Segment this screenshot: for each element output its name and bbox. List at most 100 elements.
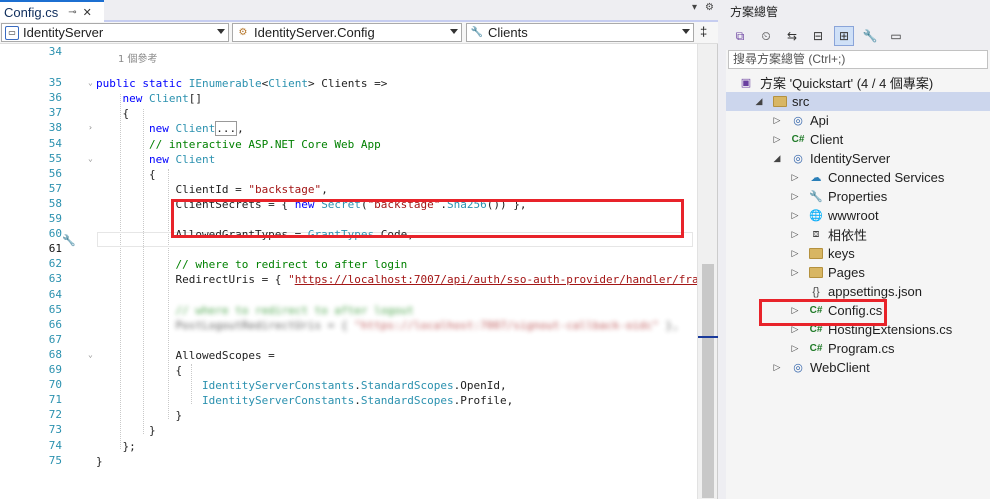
code-line: RedirectUris = { "https://localhost:7007… bbox=[96, 273, 697, 286]
type-dropdown[interactable]: ⚙ IdentityServer.Config bbox=[232, 23, 462, 42]
code-line: } bbox=[96, 409, 183, 422]
collapsed-arrow-icon[interactable]: ▷ bbox=[790, 210, 800, 221]
fold-toggle-icon[interactable]: › bbox=[88, 124, 97, 133]
member-dropdown-label: Clients bbox=[488, 25, 528, 40]
line-number: 55 bbox=[48, 152, 62, 165]
solution-node[interactable]: ▣ 方案 'Quickstart' (4 / 4 個專案) bbox=[726, 73, 990, 92]
line-number: 34 bbox=[48, 45, 62, 58]
code-line: // where to redirect to after logout bbox=[175, 304, 414, 317]
project-dropdown-label: IdentityServer bbox=[23, 25, 104, 40]
tree-item-wwwroot[interactable]: ▷ 🌐 wwwroot bbox=[726, 206, 990, 225]
preview-selected-icon[interactable]: ▭ bbox=[886, 26, 906, 46]
line-number: 75 bbox=[48, 454, 62, 467]
tree-item-identityserver[interactable]: ◢ ◎ IdentityServer bbox=[726, 149, 990, 168]
line-number: 69 bbox=[48, 363, 62, 376]
code-line: public static IEnumerable<Client> Client… bbox=[96, 77, 388, 90]
tree-item-connected-services[interactable]: ▷ ☁ Connected Services bbox=[726, 168, 990, 187]
expanded-arrow-icon[interactable]: ◢ bbox=[772, 153, 782, 164]
solution-explorer-toolbar: ⧉ ⏲ ⇆ ⊟ ⊞ 🔧 ▭ bbox=[726, 22, 990, 50]
json-file-icon: {} bbox=[812, 285, 820, 298]
expanded-arrow-icon[interactable]: ◢ bbox=[754, 96, 764, 107]
line-number: 62 bbox=[48, 257, 62, 270]
line-number: 58 bbox=[48, 197, 62, 210]
globe-icon: 🌐 bbox=[809, 210, 823, 222]
solution-label: 方案 'Quickstart' (4 / 4 個專案) bbox=[760, 76, 934, 91]
chevron-down-icon bbox=[450, 29, 458, 34]
collapsed-arrow-icon[interactable]: ▷ bbox=[772, 134, 782, 145]
tree-item-相依性[interactable]: ▷ ⧈ 相依性 bbox=[726, 225, 990, 244]
code-text-area[interactable]: 1 個參考 34 35 public static IEnumerable<Clie… bbox=[0, 44, 697, 499]
line-number: 60 bbox=[48, 227, 62, 240]
tree-item-keys[interactable]: ▷ keys bbox=[726, 244, 990, 263]
collapsed-arrow-icon[interactable]: ▷ bbox=[772, 115, 782, 126]
code-line: { bbox=[96, 107, 130, 120]
collapse-all-icon[interactable]: ⊟ bbox=[808, 26, 828, 46]
collapsed-arrow-icon[interactable]: ▷ bbox=[790, 229, 800, 240]
line-number: 67 bbox=[48, 333, 62, 346]
properties-wrench-icon[interactable]: 🔧 bbox=[860, 26, 880, 46]
member-dropdown[interactable]: 🔧 Clients bbox=[466, 23, 694, 42]
tree-item-client[interactable]: ▷ C# Client bbox=[726, 130, 990, 149]
fold-toggle-icon[interactable]: ⌄ bbox=[88, 351, 97, 360]
switch-views-icon[interactable]: ⧉ bbox=[730, 26, 750, 46]
show-all-files-icon[interactable]: ⊞ bbox=[834, 26, 854, 46]
split-window-icon[interactable]: ‡ bbox=[700, 24, 707, 39]
history-icon[interactable]: ⏲ bbox=[756, 26, 776, 46]
line-number: 61 bbox=[48, 242, 62, 255]
tree-item-properties[interactable]: ▷ 🔧 Properties bbox=[726, 187, 990, 206]
tree-item-api[interactable]: ▷ ◎ Api bbox=[726, 111, 990, 130]
solution-explorer-pane: 方案總管 ⧉ ⏲ ⇆ ⊟ ⊞ 🔧 ▭ 搜尋方案總管 (Ctrl+;) ▣ 方案 … bbox=[726, 0, 990, 499]
code-line: new Client[] bbox=[122, 92, 203, 105]
dependencies-icon: ⧈ bbox=[812, 228, 820, 240]
collapsed-arrow-icon[interactable]: ▷ bbox=[790, 172, 800, 183]
tree-item-label: src bbox=[792, 94, 810, 109]
collapsed-arrow-icon[interactable]: ▷ bbox=[790, 343, 800, 354]
line-number: 36 bbox=[48, 91, 62, 104]
project-dropdown[interactable]: ▭ IdentityServer bbox=[1, 23, 229, 42]
web-project-icon: ◎ bbox=[793, 153, 803, 165]
code-line: { bbox=[96, 364, 183, 377]
type-dropdown-label: IdentityServer.Config bbox=[254, 25, 375, 40]
collapsed-arrow-icon[interactable]: ▷ bbox=[790, 248, 800, 259]
line-number: 59 bbox=[48, 212, 62, 225]
line-number: 72 bbox=[48, 408, 62, 421]
tree-item-label: Pages bbox=[828, 265, 865, 280]
pin-icon[interactable]: ⊸ bbox=[68, 7, 76, 18]
tree-item-label: Client bbox=[810, 132, 844, 147]
close-icon[interactable]: ✕ bbox=[83, 6, 92, 19]
tab-config-cs[interactable]: Config.cs ⊸ ✕ bbox=[0, 0, 104, 22]
tree-item-program-cs[interactable]: ▷ C# Program.cs bbox=[726, 339, 990, 358]
navigation-bar: ▭ IdentityServer ⚙ IdentityServer.Config… bbox=[0, 22, 718, 44]
tab-list-dropdown-icon[interactable]: ▾ bbox=[692, 2, 697, 13]
line-number: 54 bbox=[48, 137, 62, 150]
solution-explorer-search-input[interactable]: 搜尋方案總管 (Ctrl+;) bbox=[728, 50, 988, 69]
tree-item-pages[interactable]: ▷ Pages bbox=[726, 263, 990, 282]
folder-icon bbox=[772, 94, 788, 110]
sync-with-document-icon[interactable]: ⇆ bbox=[782, 26, 802, 46]
tree-item-label: Connected Services bbox=[828, 170, 945, 185]
tree-item-label: 相依性 bbox=[828, 228, 868, 243]
tree-item-webclient[interactable]: ▷ ◎ WebClient bbox=[726, 358, 990, 377]
code-line: new Client bbox=[148, 153, 216, 166]
tree-item-label: wwwroot bbox=[828, 208, 879, 223]
vertical-scrollbar[interactable] bbox=[697, 44, 718, 499]
solution-icon: ▣ bbox=[740, 77, 752, 89]
fold-toggle-icon[interactable]: ⌄ bbox=[88, 155, 97, 164]
tree-item-src[interactable]: ◢ src bbox=[726, 92, 990, 111]
code-lens-references[interactable]: 1 個參考 bbox=[118, 52, 158, 67]
collapsed-arrow-icon[interactable]: ▷ bbox=[790, 267, 800, 278]
collapsed-arrow-icon[interactable]: ▷ bbox=[790, 191, 800, 202]
tree-item-label: Api bbox=[810, 113, 829, 128]
csharp-project-icon: C# bbox=[791, 134, 805, 145]
connected-services-icon: ☁ bbox=[810, 172, 822, 184]
collapsed-arrow-icon[interactable]: ▷ bbox=[772, 362, 782, 373]
fold-toggle-icon[interactable]: ⌄ bbox=[88, 79, 97, 88]
line-number: 71 bbox=[48, 393, 62, 406]
settings-gear-icon[interactable]: ⚙ bbox=[705, 2, 714, 13]
code-line: new Client..., bbox=[148, 121, 244, 136]
tree-item-label: appsettings.json bbox=[828, 284, 922, 299]
scrollbar-thumb[interactable] bbox=[702, 264, 714, 498]
quick-actions-screwdriver-icon[interactable]: 🔧 bbox=[62, 234, 76, 247]
csharp-project-icon: ▭ bbox=[5, 25, 19, 40]
code-line: { bbox=[96, 168, 156, 181]
